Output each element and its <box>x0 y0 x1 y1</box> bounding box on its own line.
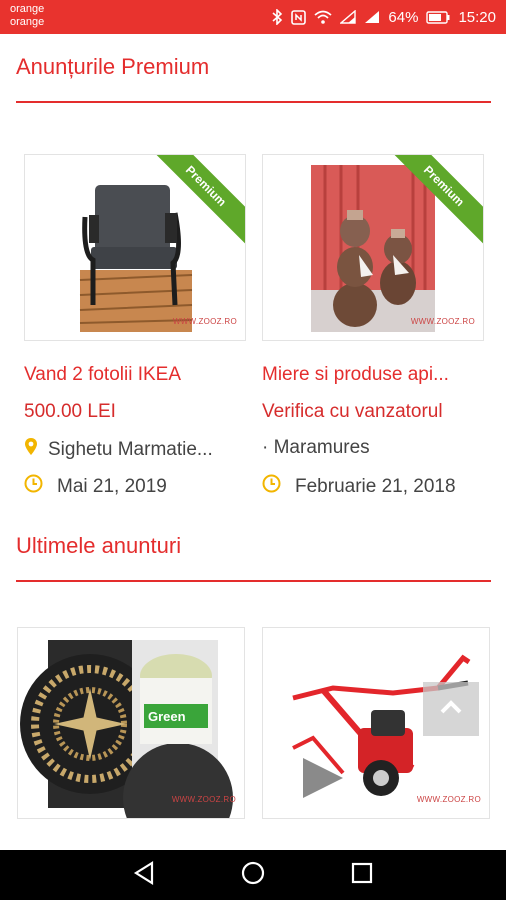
wifi-icon <box>314 10 332 24</box>
back-icon[interactable] <box>133 860 155 890</box>
premium-section-divider <box>16 101 491 103</box>
latest-section-title: Ultimele anunturi <box>16 533 182 558</box>
home-icon[interactable] <box>241 861 265 890</box>
clock-icon <box>24 474 43 499</box>
latest-listing-card[interactable]: Green WWW.ZOOZ.RO <box>17 627 245 819</box>
nfc-icon <box>291 9 307 25</box>
latest-section-divider <box>16 580 491 582</box>
listing-image[interactable]: Premium WWW.ZOOZ.RO <box>262 154 484 341</box>
recents-icon[interactable] <box>351 862 373 889</box>
watermark: WWW.ZOOZ.RO <box>171 795 236 804</box>
clock-icon <box>262 474 281 499</box>
listing-date: Mai 21, 2019 <box>24 474 167 499</box>
premium-listing-card[interactable]: Premium WWW.ZOOZ.RO Miere si produse api… <box>262 154 484 504</box>
signal-icon-1 <box>340 10 357 24</box>
listing-title[interactable]: Vand 2 fotolii IKEA <box>24 364 256 386</box>
carrier-line-2: orange <box>10 16 45 28</box>
battery-percent: 64% <box>388 8 419 26</box>
status-bar: orange orange 64% 15:20 <box>0 0 506 34</box>
tile-and-paint-photo: Green <box>20 640 233 818</box>
listing-location: Sighetu Marmatie... <box>24 437 256 462</box>
watermark: WWW.ZOOZ.RO <box>410 317 475 326</box>
location-text: · Maramures <box>262 437 370 458</box>
watermark: WWW.ZOOZ.RO <box>172 317 237 326</box>
scroll-to-top-button[interactable] <box>423 682 479 736</box>
carrier-label: orange orange <box>10 3 44 29</box>
status-icons: 64% 15:20 <box>272 6 496 28</box>
premium-section-title: Anunțurile Premium <box>16 54 210 79</box>
listing-price: Verifica cu vanzatorul <box>262 401 443 422</box>
map-pin-icon <box>24 437 38 462</box>
premium-listing-card[interactable]: Premium WWW.ZOOZ.RO Vand 2 fotolii IKEA … <box>24 154 246 504</box>
listing-date: Februarie 21, 2018 <box>262 474 456 499</box>
watermark: WWW.ZOOZ.RO <box>416 795 481 804</box>
chevron-up-icon <box>439 699 463 720</box>
bluetooth-icon <box>272 9 283 25</box>
battery-icon <box>426 10 450 24</box>
signal-icon-2 <box>364 10 380 24</box>
svg-text:Green: Green <box>148 709 186 724</box>
listing-image[interactable]: Green WWW.ZOOZ.RO <box>17 627 245 819</box>
clock-time: 15:20 <box>458 8 496 26</box>
listing-image[interactable]: Premium WWW.ZOOZ.RO <box>24 154 246 341</box>
location-text: Sighetu Marmatie... <box>48 438 213 460</box>
listing-location: · Maramures <box>262 437 494 459</box>
date-text: Februarie 21, 2018 <box>295 475 456 497</box>
carrier-line-1: orange <box>10 3 45 15</box>
date-text: Mai 21, 2019 <box>57 475 167 497</box>
listing-price: 500.00 LEI <box>24 401 116 422</box>
system-navigation-bar <box>0 850 506 900</box>
listing-title[interactable]: Miere si produse api... <box>262 364 494 386</box>
